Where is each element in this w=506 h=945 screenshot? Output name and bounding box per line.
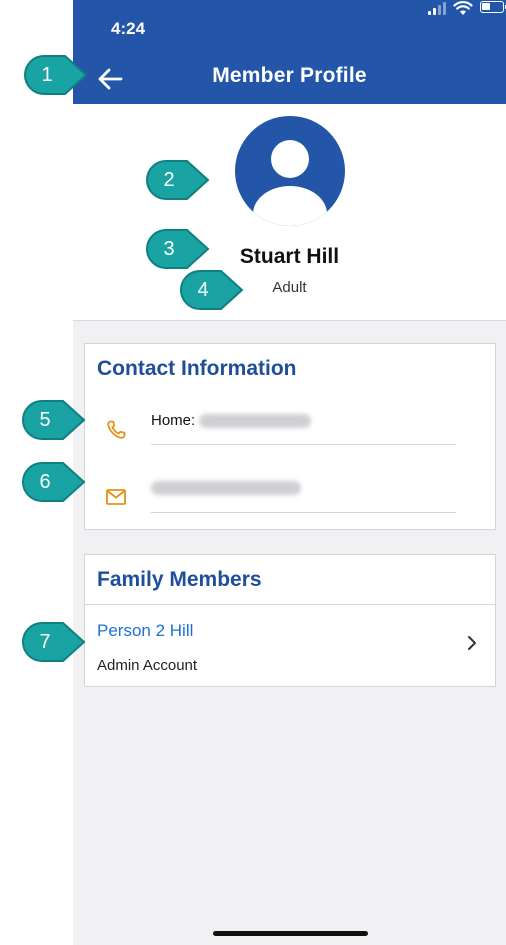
status-time: 4:24 [111, 19, 146, 38]
family-member-name: Person 2 Hill [97, 621, 194, 640]
callout-1: 1 [22, 53, 88, 97]
page-title: Member Profile [212, 64, 367, 87]
callout-3: 3 [144, 227, 210, 271]
callout-number: 6 [39, 470, 51, 493]
callout-number: 5 [39, 408, 51, 431]
callout-6: 6 [20, 460, 86, 504]
member-name: Stuart Hill [239, 245, 340, 268]
callout-2: 2 [144, 158, 210, 202]
row-divider [151, 444, 456, 445]
callout-number: 4 [197, 278, 209, 301]
phone-screen: 4:24 Member Profile Stuart Hill Adult Co… [73, 0, 506, 945]
contact-information-card: Contact Information Home: [84, 343, 496, 530]
row-divider [151, 512, 456, 513]
wifi-icon [453, 1, 473, 15]
profile-section: Stuart Hill Adult [73, 104, 506, 321]
phone-label: Home: [151, 412, 196, 429]
callout-5: 5 [20, 398, 86, 442]
callout-4: 4 [178, 268, 244, 312]
battery-icon [480, 1, 506, 13]
callout-number: 7 [39, 630, 51, 653]
contact-information-title: Contact Information [97, 357, 297, 380]
family-member-role: Admin Account [97, 657, 198, 674]
phone-number-redacted [199, 414, 312, 429]
family-members-title: Family Members [97, 568, 262, 591]
phone-icon [107, 420, 126, 439]
chevron-right-icon [468, 636, 476, 650]
member-type: Adult [272, 279, 307, 296]
callout-7: 7 [20, 620, 86, 664]
person-avatar-icon [235, 116, 345, 226]
mail-icon [106, 489, 126, 505]
callout-number: 1 [41, 63, 53, 86]
callout-number: 3 [163, 237, 175, 260]
cellular-signal-icon [428, 2, 448, 15]
callout-number: 2 [163, 168, 175, 191]
app-header: 4:24 Member Profile [73, 0, 506, 104]
email-address-redacted [151, 481, 301, 496]
phone-row[interactable]: Home: [85, 412, 495, 472]
family-member-row[interactable]: Person 2 Hill Admin Account [85, 605, 495, 686]
email-row[interactable] [85, 479, 495, 539]
home-indicator [213, 931, 368, 936]
family-members-card: Family Members Person 2 Hill Admin Accou… [84, 554, 496, 687]
